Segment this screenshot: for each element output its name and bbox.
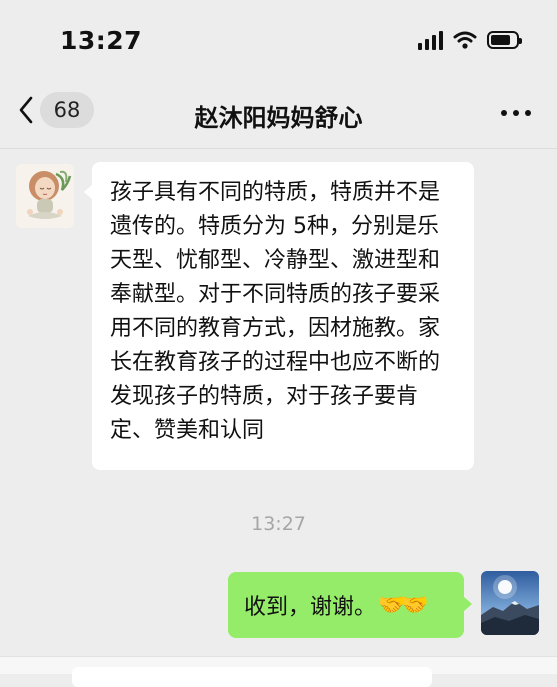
contact-avatar[interactable] <box>16 164 74 228</box>
my-avatar[interactable] <box>481 571 539 635</box>
received-message-text: 孩子具有不同的特质，特质并不是遗传的。特质分为 5种，分别是乐天型、忧郁型、冷静… <box>110 180 441 443</box>
mountain-sky-avatar-image <box>481 571 539 635</box>
message-input[interactable] <box>72 667 432 687</box>
meditating-girl-avatar-image <box>16 164 74 228</box>
message-timestamp: 13:27 <box>251 513 306 535</box>
more-dots-icon[interactable] <box>501 110 531 116</box>
status-icons <box>418 30 522 50</box>
status-bar: 13:27 <box>0 0 557 80</box>
sent-message-bubble[interactable]: 收到，谢谢。 🤝🤝 <box>228 572 472 638</box>
battery-icon <box>487 31 522 49</box>
handshake-emoji-icon: 🤝🤝 <box>378 592 429 618</box>
nav-bar: 68 赵沐阳妈妈舒心 <box>0 80 557 149</box>
received-message-bubble[interactable]: 孩子具有不同的特质，特质并不是遗传的。特质分为 5种，分别是乐天型、忧郁型、冷静… <box>84 162 474 470</box>
input-bar <box>0 656 557 687</box>
wifi-icon <box>453 31 477 49</box>
sent-message-text: 收到，谢谢。 <box>244 595 377 620</box>
status-time: 13:27 <box>60 26 143 55</box>
battery-fill <box>491 35 511 45</box>
cellular-signal-icon <box>418 30 443 50</box>
chat-title: 赵沐阳妈妈舒心 <box>194 104 363 132</box>
